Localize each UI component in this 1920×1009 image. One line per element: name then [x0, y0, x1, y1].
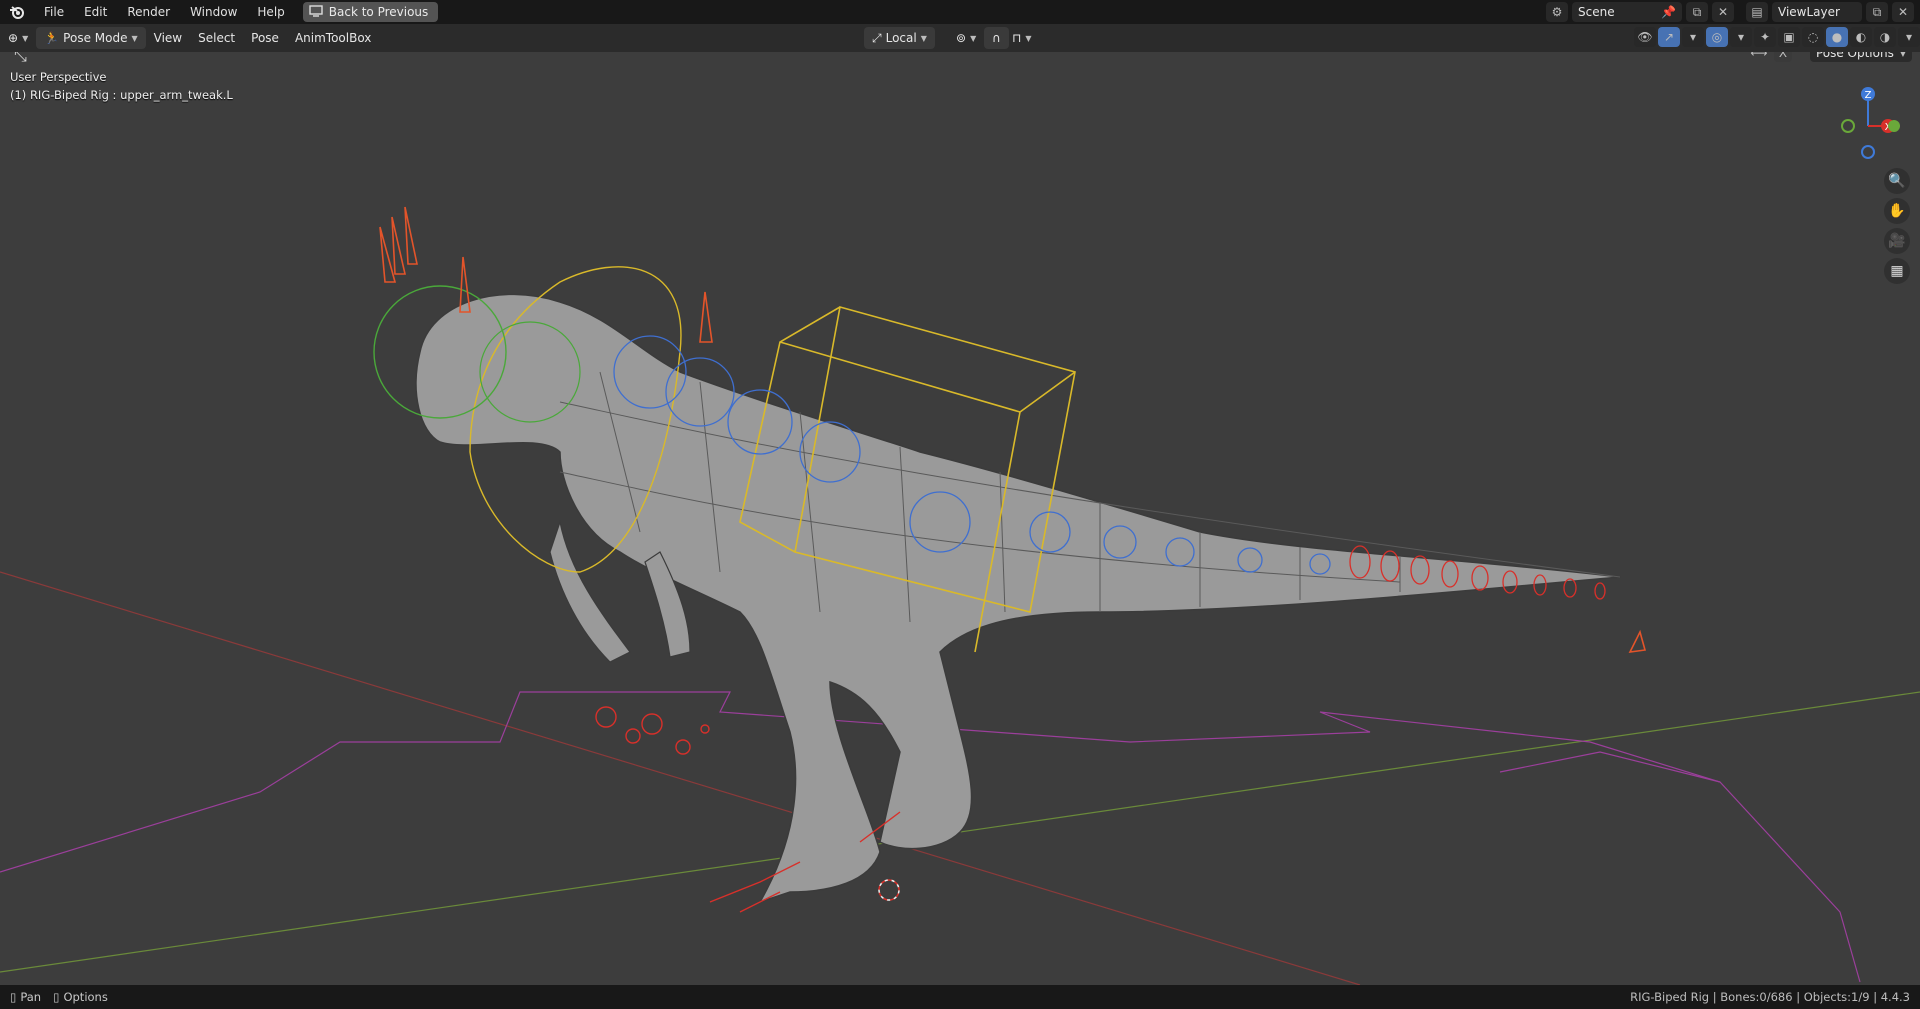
neg-y-axis-icon — [1841, 119, 1855, 133]
scene-selector-icon[interactable]: ⚙ — [1546, 2, 1568, 22]
pivot-point-button[interactable]: ⊚ ▼ — [948, 27, 984, 49]
scene-statistics: RIG-Biped Rig | Bones:0/686 | Objects:1/… — [1630, 990, 1910, 1004]
view-layer-name: ViewLayer — [1778, 5, 1840, 19]
mirror-icon[interactable]: ⟷ — [1748, 52, 1770, 62]
view-layer-field[interactable]: ViewLayer — [1772, 2, 1862, 22]
gizmo-z-label: Z — [1865, 90, 1872, 101]
transform-orientation-dropdown[interactable]: ⤢ Local ▼ — [864, 27, 935, 49]
mouse-icon: ▯ — [53, 990, 60, 1004]
active-object-label: (1) RIG-Biped Rig : upper_arm_tweak.L — [10, 88, 233, 102]
topbar-right-group: ⚙ Scene 📌 ⧉ ✕ ▤ ViewLayer ⧉ ✕ — [1546, 0, 1920, 24]
back-to-previous-label: Back to Previous — [328, 5, 429, 19]
overlays-toggle-icon[interactable]: ◎ — [1706, 27, 1728, 47]
pose-options-group: ⟷ X Pose Options ▼ — [1748, 52, 1912, 62]
rendered-shading-icon[interactable]: ◑ — [1874, 27, 1896, 47]
screen-icon — [309, 4, 323, 20]
scene-field[interactable]: Scene 📌 — [1572, 2, 1682, 22]
mouse-icon: ▯ — [10, 990, 17, 1004]
snap-target-icon: ⊓ — [1012, 31, 1022, 45]
status-bar: ▯ Pan ▯ Options RIG-Biped Rig | Bones:0/… — [0, 985, 1920, 1009]
pose-options-dropdown[interactable]: Pose Options ▼ — [1809, 52, 1912, 62]
orientation-icon: ⤢ — [872, 30, 882, 45]
transform-tool-icon[interactable]: ⤡ — [14, 52, 27, 66]
menu-animtoolbox[interactable]: AnimToolBox — [287, 27, 379, 49]
trex-mesh[interactable] — [415, 293, 1621, 904]
editor-type-button[interactable]: ⊕ ▼ — [0, 27, 36, 49]
gizmo-options-icon[interactable]: ▾ — [1682, 27, 1704, 47]
magnet-icon: ∩ — [992, 31, 1001, 45]
neg-z-axis-icon — [1861, 145, 1875, 159]
view-layer-selector-icon[interactable]: ▤ — [1746, 2, 1768, 22]
pan-hint: Pan — [20, 990, 42, 1004]
chevron-down-icon: ▼ — [920, 33, 927, 43]
editor-type-icon: ⊕ — [8, 31, 19, 45]
transform-orientation-label: Local — [885, 31, 917, 45]
new-view-layer-icon[interactable]: ⧉ — [1866, 2, 1888, 22]
overlays-options-icon[interactable]: ▾ — [1730, 27, 1752, 47]
viewport-header-right: 👁 ↗ ▾ ◎ ▾ ✦ ▣ ◌ ● ◐ ◑ ▾ — [1634, 27, 1920, 47]
chevron-down-icon: ▼ — [970, 33, 977, 43]
menu-select[interactable]: Select — [190, 27, 243, 49]
new-scene-icon[interactable]: ⧉ — [1686, 2, 1708, 22]
camera-view-icon[interactable]: 🎥 — [1884, 228, 1910, 254]
visibility-icon[interactable]: 👁 — [1634, 27, 1656, 47]
viewport-header: ⊕ ▼ 🏃 Pose Mode ▼ View Select Pose AnimTo… — [0, 24, 1920, 52]
menu-render[interactable]: Render — [117, 0, 180, 24]
viewport-scene — [0, 206, 1920, 985]
menu-window[interactable]: Window — [180, 0, 247, 24]
menu-view[interactable]: View — [146, 27, 190, 49]
blender-logo-icon[interactable] — [0, 0, 34, 24]
chevron-down-icon: ▼ — [22, 33, 29, 43]
snap-settings-button[interactable]: ⊓ ▼ — [1004, 27, 1040, 49]
ground-path-line-2 — [1499, 751, 1721, 783]
delete-view-layer-icon[interactable]: ✕ — [1892, 2, 1914, 22]
solid-shading-icon[interactable]: ● — [1826, 27, 1848, 47]
navigation-gizmo[interactable]: Z X — [1838, 86, 1908, 166]
xray-toggle-icon[interactable]: ▣ — [1778, 27, 1800, 47]
bone-overlay-icon[interactable]: ✦ — [1754, 27, 1776, 47]
menu-file[interactable]: File — [34, 0, 74, 24]
mode-label: Pose Mode — [63, 31, 128, 45]
menu-pose[interactable]: Pose — [243, 27, 287, 49]
pose-mode-icon: 🏃 — [44, 31, 60, 45]
shading-options-icon[interactable]: ▾ — [1898, 27, 1920, 47]
mode-dropdown[interactable]: 🏃 Pose Mode ▼ — [36, 27, 146, 49]
zoom-icon[interactable]: 🔍 — [1884, 168, 1910, 194]
scene-name: Scene — [1578, 5, 1615, 19]
x-mirror-toggle[interactable]: X — [1773, 52, 1792, 62]
pivot-icon: ⊚ — [956, 31, 967, 45]
chevron-down-icon: ▼ — [1899, 52, 1906, 58]
pan-hand-icon[interactable]: ✋ — [1884, 198, 1910, 224]
chevron-down-icon: ▼ — [131, 33, 138, 43]
back-to-previous-button[interactable]: Back to Previous — [302, 2, 439, 22]
gizmo-toggle-icon[interactable]: ↗ — [1658, 27, 1680, 47]
pin-icon[interactable]: 📌 — [1661, 5, 1676, 19]
options-hint: Options — [63, 990, 108, 1004]
menu-edit[interactable]: Edit — [74, 0, 117, 24]
pose-options-label: Pose Options — [1815, 52, 1894, 60]
chevron-down-icon: ▼ — [1025, 33, 1032, 43]
menu-help[interactable]: Help — [247, 0, 294, 24]
ortho-grid-icon[interactable]: ▦ — [1884, 258, 1910, 284]
3d-viewport[interactable]: User Perspective (1) RIG-Biped Rig : upp… — [0, 52, 1920, 985]
wireframe-shading-icon[interactable]: ◌ — [1802, 27, 1824, 47]
perspective-label: User Perspective — [10, 70, 107, 84]
top-menu-bar: File Edit Render Window Help Back to Pre… — [0, 0, 1920, 24]
material-shading-icon[interactable]: ◐ — [1850, 27, 1872, 47]
delete-scene-icon[interactable]: ✕ — [1712, 2, 1734, 22]
